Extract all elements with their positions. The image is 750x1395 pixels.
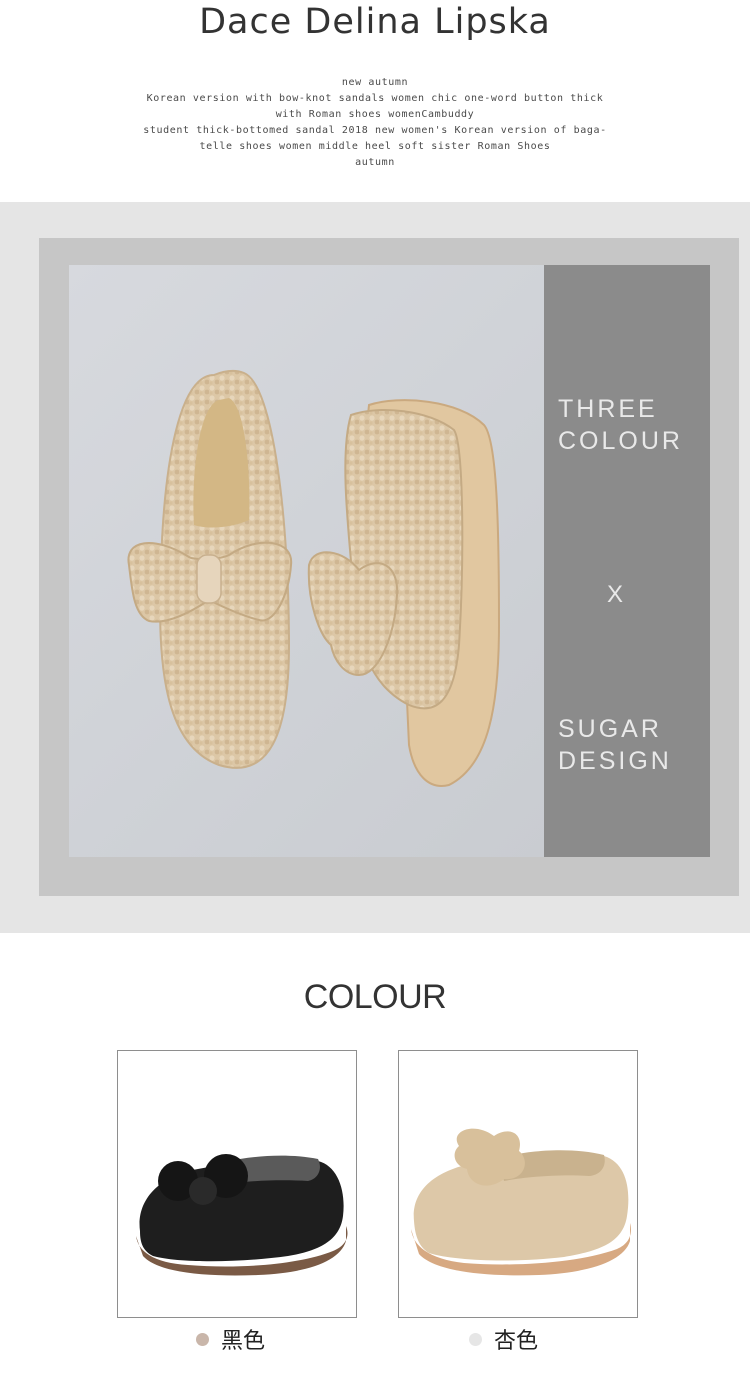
description-line: telle shoes women middle heel soft siste… [199,141,551,152]
colour-option-apricot-image[interactable] [398,1050,638,1318]
hero-side-panel: THREE COLOUR X SUGAR DESIGN [544,265,710,857]
colour-dot-icon [196,1332,209,1346]
right-slipper [307,399,501,787]
description-line: autumn [355,157,395,168]
black-slipper-icon [136,1154,348,1276]
apricot-slipper-icon [411,1128,631,1276]
description-line: student thick-bottomed sandal 2018 new w… [143,125,607,136]
hero-frame: THREE COLOUR X SUGAR DESIGN [39,238,739,896]
left-slipper [127,369,293,769]
side-label-three: THREE [558,395,658,423]
colour-option-label: 黑色 [221,1329,266,1354]
colour-section-title: COLOUR [303,978,447,1016]
colour-option-label: 杏色 [494,1329,539,1354]
slipper-pair-illustration [127,369,501,787]
header: Dace Delina Lipska new autumn Korean ver… [0,0,750,202]
description-line: new autumn [341,77,409,88]
colour-option-apricot[interactable]: 杏色 [469,1323,538,1355]
side-label-colour: COLOUR [558,427,683,455]
hero-photo [69,265,544,857]
description-line: with Roman shoes womenCambuddy [275,109,475,120]
description-line: Korean version with bow-knot sandals wom… [146,93,604,104]
brand-title: Dace Delina Lipska [199,2,551,42]
hero-banner: THREE COLOUR X SUGAR DESIGN [0,202,750,933]
colour-dot-icon [469,1332,482,1346]
side-label-sugar: SUGAR [558,715,662,743]
colour-option-black[interactable]: 黑色 [196,1323,265,1355]
colour-option-black-image[interactable] [117,1050,357,1318]
side-label-design: DESIGN [558,747,672,775]
side-label-x: X [606,581,623,608]
